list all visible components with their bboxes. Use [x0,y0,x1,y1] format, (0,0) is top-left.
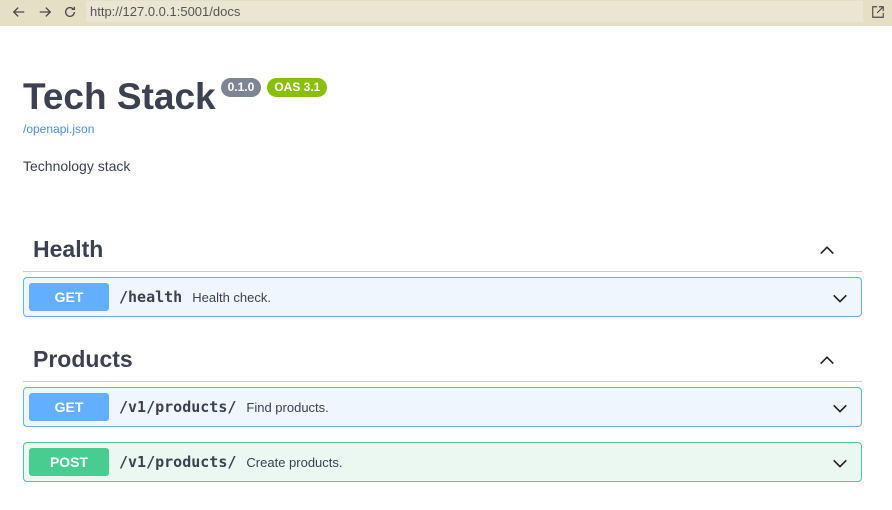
tag-name: Health [33,236,104,262]
operation-summary: Health check. [192,289,271,305]
openapi-json-link[interactable]: /openapi.json [23,122,863,136]
tag-header-health[interactable]: Health [23,228,862,272]
operation-summary: Find products. [246,399,329,415]
method-badge: GET [29,393,109,421]
operation-summary: Create products. [246,454,343,470]
chevron-down-icon[interactable] [831,289,849,307]
operation-path: /v1/products/ [119,453,237,471]
reload-icon[interactable] [57,0,83,24]
tag-name: Products [33,346,133,372]
chevron-down-icon[interactable] [831,399,849,417]
method-badge: POST [29,448,109,476]
version-badge: 0.1.0 [220,78,262,97]
tag-header-products[interactable]: Products [23,338,862,382]
address-bar[interactable]: http://127.0.0.1:5001/docs [86,1,863,22]
operation-get-products[interactable]: GET /v1/products/ Find products. [23,387,862,427]
chevron-down-icon[interactable] [831,454,849,472]
tag-section-products: Products GET /v1/products/ Find products… [23,338,862,482]
api-description: Technology stack [23,158,131,174]
operation-path: /health [119,288,183,306]
method-badge: GET [29,283,109,311]
chevron-up-icon[interactable] [818,241,836,259]
oas-badge: OAS 3.1 [267,78,328,97]
chevron-up-icon[interactable] [818,351,836,369]
operation-get-health[interactable]: GET /health Health check. [23,277,862,317]
open-external-icon[interactable] [868,2,888,22]
operation-path: /v1/products/ [119,398,237,416]
arrow-right-icon[interactable] [32,0,58,24]
url-text: http://127.0.0.1:5001/docs [90,4,241,19]
api-info: Tech Stack 0.1.0 OAS 3.1 /openapi.json T… [23,76,863,174]
arrow-left-icon[interactable] [6,0,32,24]
tag-section-health: Health GET /health Health check. [23,228,862,317]
operation-post-products[interactable]: POST /v1/products/ Create products. [23,442,862,482]
browser-toolbar: http://127.0.0.1:5001/docs [0,0,892,26]
page-title: Tech Stack [23,76,216,117]
